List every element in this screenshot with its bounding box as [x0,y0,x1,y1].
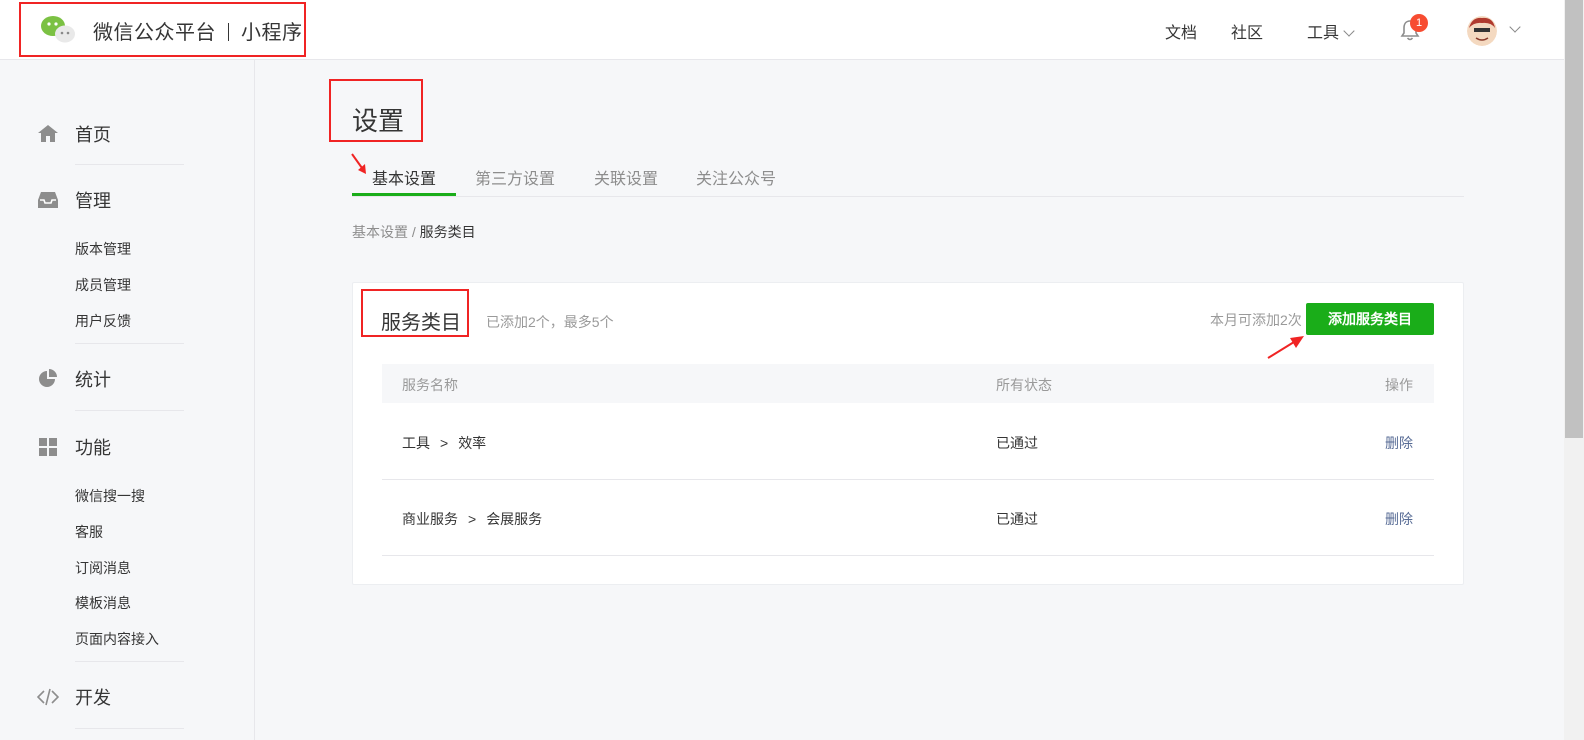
sidebar-item-subscribe-msg[interactable]: 订阅消息 [75,558,131,578]
page-scrollbar[interactable] [1564,0,1584,740]
tab-third-party[interactable]: 第三方设置 [475,165,555,189]
tab-basic-settings[interactable]: 基本设置 [372,165,436,189]
avatar[interactable] [1467,16,1497,46]
sidebar-divider [75,343,184,344]
delete-link[interactable]: 删除 [1385,433,1413,453]
settings-tabs: 基本设置 第三方设置 关联设置 关注公众号 [352,165,1464,197]
nav-tools-label: 工具 [1307,25,1340,42]
subcategory-name: 会展服务 [486,511,543,527]
sidebar-divider [75,164,184,165]
highlight-box-brand [19,2,306,57]
delete-link[interactable]: 删除 [1385,509,1413,529]
nav-docs-link[interactable]: 文档 [1165,19,1197,43]
breadcrumb-separator: / [408,224,420,240]
sidebar-item-customer-service[interactable]: 客服 [75,522,103,542]
category-name: 工具 [402,435,430,451]
sidebar-item-feedback[interactable]: 用户反馈 [75,311,131,331]
monthly-quota-text: 本月可添加2次 [1210,312,1302,328]
tab-follow-account[interactable]: 关注公众号 [696,165,776,189]
category-separator: > [440,435,449,451]
sidebar-group-label: 首页 [75,125,111,145]
category-separator: > [468,511,477,527]
sidebar-divider [75,661,184,662]
sidebar-item-version[interactable]: 版本管理 [75,239,131,259]
chevron-down-icon [1343,25,1355,37]
code-icon [37,688,59,706]
sidebar-item-page-content[interactable]: 页面内容接入 [75,629,159,649]
notification-badge: 1 [1410,14,1428,32]
active-tab-indicator [352,193,456,196]
sidebar-item-template-msg[interactable]: 模板消息 [75,593,131,613]
sidebar-group-label: 统计 [75,370,111,390]
column-header-status[interactable]: 所有状态 [996,375,1052,395]
column-header-name: 服务名称 [402,377,458,393]
breadcrumb: 基本设置 / 服务类目 [352,222,476,242]
sidebar-item-members[interactable]: 成员管理 [75,275,131,295]
pie-chart-icon [39,369,57,387]
scrollbar-thumb[interactable] [1565,0,1583,438]
sidebar-divider [75,410,184,411]
sidebar-group-label: 开发 [75,688,111,708]
table-row: 工具 > 效率 已通过 删除 [382,403,1434,480]
account-chevron-down-icon[interactable] [1509,21,1521,33]
sidebar-group-label: 管理 [75,191,111,211]
sidebar-divider [75,728,184,729]
card-title: 服务类目 [381,312,461,334]
add-service-category-button[interactable]: 添加服务类目 [1306,303,1434,335]
status-cell: 已通过 [996,435,1038,451]
nav-community-link[interactable]: 社区 [1231,19,1263,43]
inbox-icon [38,192,58,208]
sidebar-item-search[interactable]: 微信搜一搜 [75,486,145,506]
column-header-action: 操作 [1385,377,1413,393]
page-title: 设置 [352,106,405,136]
grid-icon [39,438,57,456]
nav-tools-dropdown[interactable]: 工具 [1307,19,1355,43]
breadcrumb-current: 服务类目 [419,224,476,240]
service-name-cell: 工具 > 效率 [402,433,486,453]
card-subtitle: 已添加2个，最多5个 [486,314,614,330]
tab-linked-settings[interactable]: 关联设置 [594,165,658,189]
annotation-arrow-icon [1267,336,1304,359]
breadcrumb-parent[interactable]: 基本设置 [352,224,408,240]
annotation-arrow-icon [351,153,366,174]
table-header: 服务名称 所有状态 操作 [382,364,1434,403]
category-name: 商业服务 [402,511,458,527]
status-cell: 已通过 [996,511,1038,527]
home-icon [38,125,58,142]
subcategory-name: 效率 [458,435,487,451]
service-name-cell: 商业服务 > 会展服务 [402,509,542,529]
sidebar-group-label: 功能 [75,438,111,458]
table-row: 商业服务 > 会展服务 已通过 删除 [382,479,1434,556]
